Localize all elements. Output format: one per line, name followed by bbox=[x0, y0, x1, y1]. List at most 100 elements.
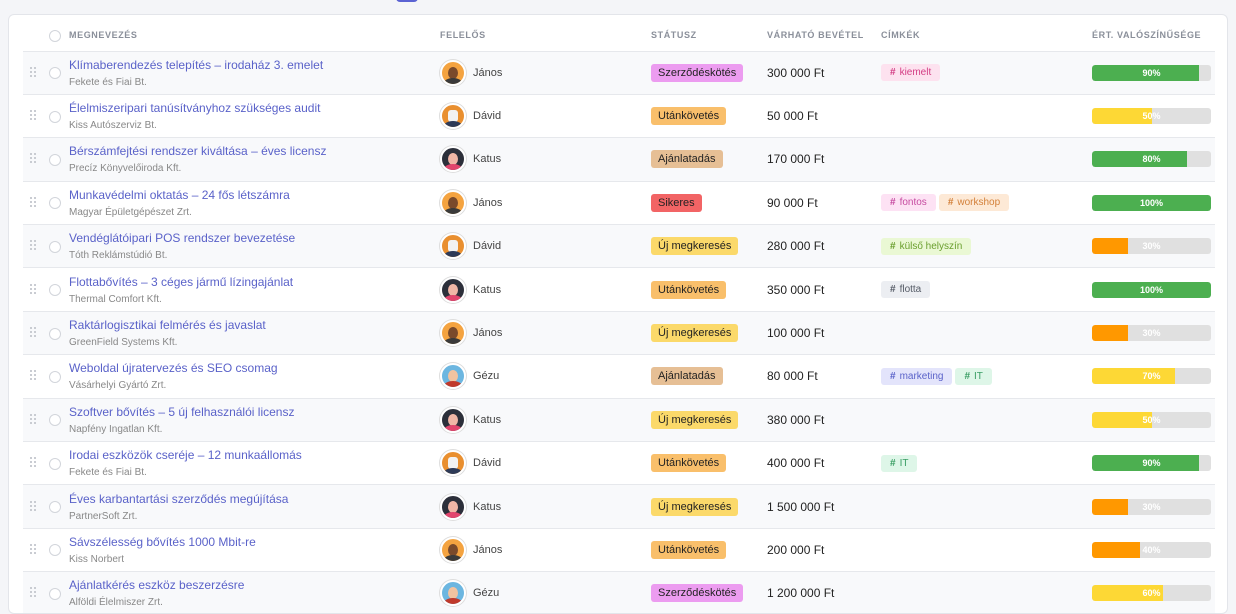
table-row[interactable]: Élelmiszeripari tanúsítványhoz szükséges… bbox=[23, 94, 1215, 139]
status-badge[interactable]: Új megkeresés bbox=[651, 324, 739, 343]
owner-cell[interactable]: Katus bbox=[440, 276, 651, 303]
row-select-checkbox[interactable] bbox=[49, 197, 61, 210]
table-row[interactable]: Raktárlogisztikai felmérés és javaslat G… bbox=[23, 311, 1215, 356]
drag-handle-icon[interactable] bbox=[29, 412, 37, 424]
status-badge[interactable]: Szerződéskötés bbox=[651, 63, 744, 82]
hash-icon: # bbox=[947, 197, 954, 209]
column-header-owner[interactable]: FELELŐS bbox=[440, 15, 651, 52]
owner-cell[interactable]: János bbox=[440, 189, 651, 216]
owner-cell[interactable]: Gézu bbox=[440, 580, 651, 607]
row-select-checkbox[interactable] bbox=[49, 414, 61, 427]
table-row[interactable]: Vendéglátóipari POS rendszer bevezetése … bbox=[23, 224, 1215, 269]
drag-handle-icon[interactable] bbox=[29, 152, 37, 164]
status-badge[interactable]: Új megkeresés bbox=[651, 410, 739, 429]
row-select-checkbox[interactable] bbox=[49, 544, 61, 557]
row-select-checkbox[interactable] bbox=[49, 327, 61, 340]
owner-cell[interactable]: Dávid bbox=[440, 233, 651, 260]
column-header-tags[interactable]: CÍMKÉK bbox=[881, 15, 1092, 52]
drag-handle-icon[interactable] bbox=[29, 195, 37, 207]
row-select-checkbox[interactable] bbox=[49, 240, 61, 253]
row-select-checkbox[interactable] bbox=[49, 284, 61, 297]
tag-chip[interactable]: # kiemelt bbox=[881, 64, 941, 82]
tag-label: workshop bbox=[957, 197, 1001, 209]
column-header-name[interactable]: MEGNEVEZÉS bbox=[69, 15, 440, 52]
row-select-checkbox[interactable] bbox=[49, 370, 61, 383]
owner-cell[interactable]: Dávid bbox=[440, 450, 651, 477]
column-header-revenue[interactable]: VÁRHATÓ BEVÉTEL bbox=[767, 15, 881, 52]
select-all-checkbox[interactable] bbox=[49, 29, 61, 42]
drag-handle-icon[interactable] bbox=[29, 586, 37, 598]
status-badge[interactable]: Utánkövetés bbox=[651, 540, 727, 559]
deal-title-link[interactable]: Klímaberendezés telepítés – irodaház 3. … bbox=[69, 58, 440, 72]
tag-chip[interactable]: # flotta bbox=[881, 281, 931, 299]
table-row[interactable]: Munkavédelmi oktatás – 24 fős létszámra … bbox=[23, 181, 1215, 226]
deal-title-link[interactable]: Vendéglátóipari POS rendszer bevezetése bbox=[69, 231, 440, 245]
status-badge[interactable]: Új megkeresés bbox=[651, 237, 739, 256]
owner-cell[interactable]: Katus bbox=[440, 493, 651, 520]
deal-title-link[interactable]: Raktárlogisztikai felmérés és javaslat bbox=[69, 318, 440, 332]
deal-title-link[interactable]: Irodai eszközök cseréje – 12 munkaállomá… bbox=[69, 448, 440, 462]
tag-chip[interactable]: # fontos bbox=[881, 194, 936, 212]
drag-handle-icon[interactable] bbox=[29, 499, 37, 511]
status-badge[interactable]: Utánkövetés bbox=[651, 280, 727, 299]
drag-handle-icon[interactable] bbox=[29, 326, 37, 338]
owner-cell[interactable]: Katus bbox=[440, 146, 651, 173]
status-badge[interactable]: Ajánlatadás bbox=[651, 150, 723, 169]
status-badge[interactable]: Új megkeresés bbox=[651, 497, 739, 516]
table-row[interactable]: Flottabővítés – 3 céges jármű lízingaján… bbox=[23, 267, 1215, 312]
column-header-status[interactable]: STÁTUSZ bbox=[651, 15, 767, 52]
table-row[interactable]: Sávszélesség bővítés 1000 Mbit-re Kiss N… bbox=[23, 528, 1215, 573]
owner-cell[interactable]: János bbox=[440, 59, 651, 86]
table-header-row: MEGNEVEZÉS FELELŐS STÁTUSZ VÁRHATÓ BEVÉT… bbox=[23, 15, 1215, 52]
drag-handle-icon[interactable] bbox=[29, 239, 37, 251]
status-badge[interactable]: Ajánlatadás bbox=[651, 367, 723, 386]
column-header-probability[interactable]: ÉRT. VALÓSZÍNŰSÉGE bbox=[1092, 15, 1215, 52]
tag-chip[interactable]: # marketing bbox=[881, 367, 953, 385]
owner-cell[interactable]: János bbox=[440, 320, 651, 347]
table-row[interactable]: Bérszámfejtési rendszer kiváltása – éves… bbox=[23, 137, 1215, 182]
table-row[interactable]: Éves karbantartási szerződés megújítása … bbox=[23, 484, 1215, 529]
owner-cell[interactable]: Gézu bbox=[440, 363, 651, 390]
drag-handle-icon[interactable] bbox=[29, 65, 37, 77]
drag-handle-icon[interactable] bbox=[29, 369, 37, 381]
table-row[interactable]: Weboldal újratervezés és SEO csomag Vásá… bbox=[23, 354, 1215, 399]
company-name: Fekete és Fiai Bt. bbox=[69, 467, 147, 479]
deal-title-link[interactable]: Szoftver bővítés – 5 új felhasználói lic… bbox=[69, 405, 440, 419]
row-select-checkbox[interactable] bbox=[49, 153, 61, 166]
deal-title-link[interactable]: Munkavédelmi oktatás – 24 fős létszámra bbox=[69, 188, 440, 202]
table-row[interactable]: Szoftver bővítés – 5 új felhasználói lic… bbox=[23, 398, 1215, 443]
row-select-checkbox[interactable] bbox=[49, 110, 61, 123]
deal-title-link[interactable]: Éves karbantartási szerződés megújítása bbox=[69, 492, 440, 506]
owner-cell[interactable]: Dávid bbox=[440, 103, 651, 130]
owner-cell[interactable]: János bbox=[440, 536, 651, 563]
deal-title-link[interactable]: Sávszélesség bővítés 1000 Mbit-re bbox=[69, 535, 440, 549]
row-select-checkbox[interactable] bbox=[49, 67, 61, 80]
row-select-checkbox[interactable] bbox=[49, 587, 61, 600]
deal-title-link[interactable]: Flottabővítés – 3 céges jármű lízingaján… bbox=[69, 275, 440, 289]
status-badge[interactable]: Sikeres bbox=[651, 193, 702, 212]
deal-title-link[interactable]: Élelmiszeripari tanúsítványhoz szükséges… bbox=[69, 101, 440, 115]
expected-revenue: 280 000 Ft bbox=[767, 239, 825, 254]
drag-handle-icon[interactable] bbox=[29, 109, 37, 121]
owner-cell[interactable]: Katus bbox=[440, 406, 651, 433]
status-badge[interactable]: Utánkövetés bbox=[651, 454, 727, 473]
tag-chip[interactable]: # külső helyszín bbox=[881, 237, 972, 255]
status-badge[interactable]: Utánkövetés bbox=[651, 107, 727, 126]
expected-revenue: 170 000 Ft bbox=[767, 152, 825, 167]
table-row[interactable]: Ajánlatkérés eszköz beszerzésre Alföldi … bbox=[23, 571, 1215, 613]
table-row[interactable]: Irodai eszközök cseréje – 12 munkaállomá… bbox=[23, 441, 1215, 486]
deal-title-link[interactable]: Bérszámfejtési rendszer kiváltása – éves… bbox=[69, 144, 440, 158]
table-row[interactable]: Klímaberendezés telepítés – irodaház 3. … bbox=[23, 51, 1215, 95]
probability-bar: 90% bbox=[1092, 455, 1211, 472]
deal-title-link[interactable]: Ajánlatkérés eszköz beszerzésre bbox=[69, 578, 440, 592]
row-select-checkbox[interactable] bbox=[49, 501, 61, 514]
tag-chip[interactable]: # workshop bbox=[938, 194, 1010, 212]
deal-title-link[interactable]: Weboldal újratervezés és SEO csomag bbox=[69, 361, 440, 375]
tag-chip[interactable]: # IT bbox=[881, 454, 918, 472]
tag-chip[interactable]: # IT bbox=[955, 367, 992, 385]
drag-handle-icon[interactable] bbox=[29, 542, 37, 554]
row-select-checkbox[interactable] bbox=[49, 457, 61, 470]
drag-handle-icon[interactable] bbox=[29, 282, 37, 294]
drag-handle-icon[interactable] bbox=[29, 456, 37, 468]
expected-revenue: 300 000 Ft bbox=[767, 65, 825, 80]
